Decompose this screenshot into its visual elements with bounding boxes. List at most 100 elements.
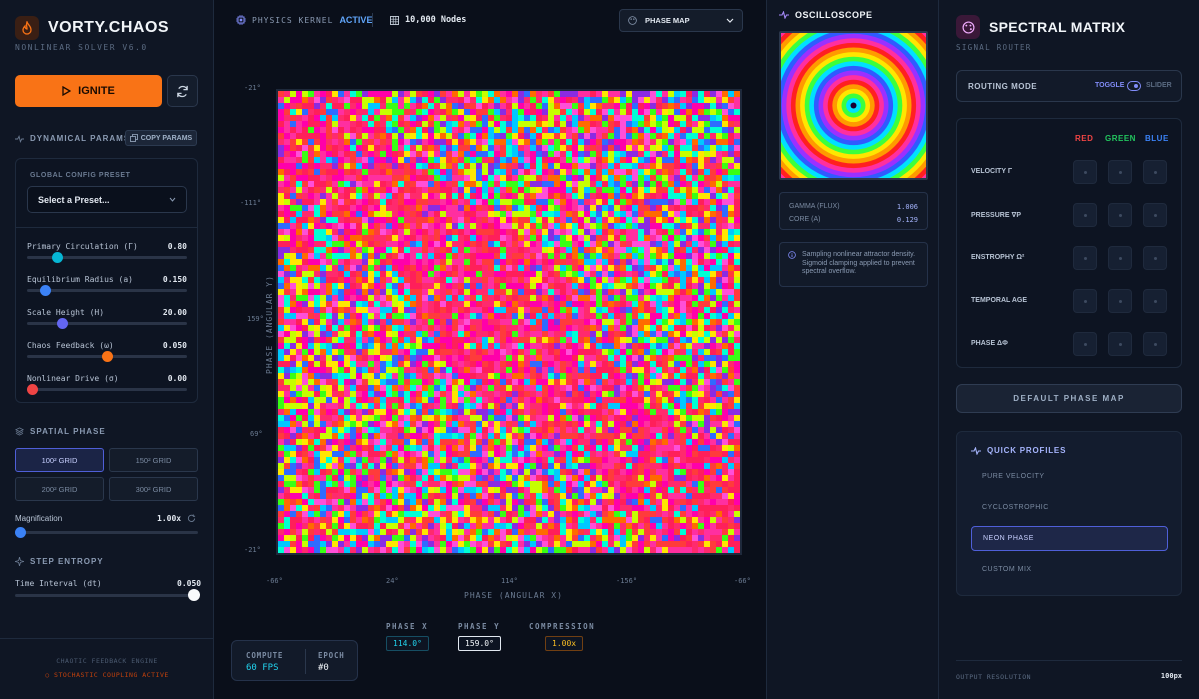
matrix-cell[interactable]: [1108, 332, 1132, 356]
info-icon: [788, 251, 796, 259]
time-interval-slider[interactable]: [15, 589, 200, 601]
matrix-cell[interactable]: [1108, 289, 1132, 313]
matrix-cell[interactable]: [1073, 332, 1097, 356]
grid-200-button[interactable]: 200² GRID: [15, 477, 104, 501]
oscilloscope-panel: OSCILLOSCOPE GAMMA (FLUX) 1.006 CORE (A)…: [766, 0, 939, 699]
activity-icon: [971, 446, 981, 455]
routing-mode-label: ROUTING MODE: [968, 82, 1038, 91]
preset-select[interactable]: Select a Preset...: [27, 186, 187, 213]
param-slider[interactable]: [27, 285, 187, 296]
param-slider-knob[interactable]: [52, 252, 64, 263]
matrix-cell[interactable]: [1108, 246, 1132, 270]
engine-label: CHAOTIC FEEDBACK ENGINE: [56, 657, 158, 665]
spatial-phase-heading: SPATIAL PHASE: [15, 427, 106, 436]
x-tick: 114°: [501, 577, 518, 585]
magnification-slider[interactable]: [15, 527, 198, 538]
quick-profile-item[interactable]: NEON PHASE: [971, 526, 1168, 551]
quick-profile-item[interactable]: CUSTOM MIX: [971, 557, 1168, 582]
divider: [372, 13, 373, 27]
toggle-mode-option[interactable]: TOGGLE: [1095, 82, 1124, 89]
compression-readout: COMPRESSION 1.00x: [529, 622, 595, 651]
routing-mode-bar: ROUTING MODE TOGGLE SLIDER: [956, 70, 1182, 102]
activity-icon: [15, 134, 24, 143]
dynamical-params-label: DYNAMICAL PARAMS: [30, 134, 131, 143]
grid-300-button[interactable]: 300² GRID: [109, 477, 198, 501]
routing-mode-toggle[interactable]: [1127, 81, 1141, 91]
reset-button[interactable]: [167, 75, 198, 107]
matrix-cell[interactable]: [1108, 160, 1132, 184]
coupling-status: ○ STOCHASTIC COUPLING ACTIVE: [0, 671, 214, 679]
quick-profiles-title: QUICK PROFILES: [987, 446, 1067, 455]
phase-y-label: PHASE Y: [458, 622, 501, 631]
param-slider[interactable]: [27, 252, 187, 263]
chevron-down-icon: [169, 197, 176, 202]
kernel-active-badge: ACTIVE: [339, 15, 373, 25]
app-subtitle: NONLINEAR SOLVER V6.0: [15, 43, 148, 52]
spatial-phase-label: SPATIAL PHASE: [30, 427, 106, 436]
param-slider[interactable]: [27, 351, 187, 362]
matrix-cell[interactable]: [1143, 160, 1167, 184]
x-tick: 24°: [386, 577, 399, 585]
matrix-row-label: PHASE ΔΦ: [971, 340, 1008, 347]
copy-params-button[interactable]: COPY PARAMS: [125, 130, 197, 146]
param-slider-knob[interactable]: [57, 318, 69, 329]
matrix-cell[interactable]: [1143, 289, 1167, 313]
spectral-matrix-subtitle: SIGNAL ROUTER: [956, 43, 1032, 52]
divider: [956, 660, 1182, 661]
matrix-cell[interactable]: [1108, 203, 1132, 227]
grid-150-button[interactable]: 150² GRID: [109, 448, 198, 472]
layers-icon: [15, 427, 24, 436]
param-label: Nonlinear Drive (σ): [27, 374, 119, 383]
magnification-slider-knob[interactable]: [15, 527, 26, 538]
y-tick: 69°: [250, 430, 263, 438]
x-tick: -66°: [266, 577, 283, 585]
view-mode-value: PHASE MAP: [645, 16, 690, 25]
oscilloscope-rings: [781, 33, 926, 178]
phase-map-heatmap[interactable]: [278, 91, 740, 553]
info-note: Sampling nonlinear attractor density. Si…: [779, 242, 928, 287]
x-tick: -156°: [616, 577, 638, 585]
cpu-icon: [236, 15, 246, 25]
quick-profile-item[interactable]: CYCLOSTROPHIC: [971, 495, 1168, 520]
phase-x-value: 114.0°: [386, 636, 429, 651]
gamma-label: GAMMA (FLUX): [789, 203, 840, 210]
matrix-cell[interactable]: [1143, 203, 1167, 227]
output-resolution-label: OUTPUT RESOLUTION: [956, 673, 1032, 681]
output-resolution-value: 100px: [1160, 672, 1182, 680]
step-entropy-label: STEP ENTROPY: [30, 557, 104, 566]
param-slider-knob[interactable]: [102, 351, 113, 362]
param-slider-knob[interactable]: [27, 384, 38, 395]
slider-mode-option[interactable]: SLIDER: [1146, 82, 1172, 89]
param-slider[interactable]: [27, 318, 187, 329]
quick-profiles-panel: QUICK PROFILES PURE VELOCITY CYCLOSTROPHI…: [956, 431, 1182, 596]
matrix-cell[interactable]: [1143, 246, 1167, 270]
param-slider-row: Equilibrium Radius (a) 0.150: [27, 275, 187, 296]
matrix-cell[interactable]: [1143, 332, 1167, 356]
divider: [305, 649, 306, 674]
y-tick: -21°: [244, 84, 261, 92]
time-interval-label: Time Interval (dt): [15, 579, 102, 588]
phase-map-canvas[interactable]: [276, 89, 742, 555]
param-value: 0.80: [167, 242, 187, 251]
palette-icon: [956, 15, 980, 39]
view-mode-select[interactable]: PHASE MAP: [619, 9, 743, 32]
param-slider-knob[interactable]: [39, 285, 51, 296]
matrix-cell[interactable]: [1073, 160, 1097, 184]
default-phase-map-button[interactable]: DEFAULT PHASE MAP: [956, 384, 1182, 413]
ignite-button[interactable]: IGNITE: [15, 75, 162, 107]
time-interval-slider-knob[interactable]: [188, 589, 200, 601]
param-slider[interactable]: [27, 384, 187, 395]
matrix-cell[interactable]: [1073, 203, 1097, 227]
preset-label: GLOBAL CONFIG PRESET: [30, 172, 131, 179]
quick-profile-item[interactable]: PURE VELOCITY: [971, 464, 1168, 489]
matrix-cell[interactable]: [1073, 246, 1097, 270]
y-tick: -111°: [240, 199, 262, 207]
preset-value: Select a Preset...: [38, 194, 110, 205]
core-value: 0.129: [896, 216, 918, 224]
reset-zoom-icon[interactable]: [187, 514, 196, 523]
matrix-cell[interactable]: [1073, 289, 1097, 313]
ignite-label: IGNITE: [78, 85, 115, 97]
oscilloscope-heading: OSCILLOSCOPE: [779, 10, 873, 20]
app-title: VORTY.CHAOS: [48, 19, 170, 36]
grid-100-button[interactable]: 100² GRID: [15, 448, 104, 472]
